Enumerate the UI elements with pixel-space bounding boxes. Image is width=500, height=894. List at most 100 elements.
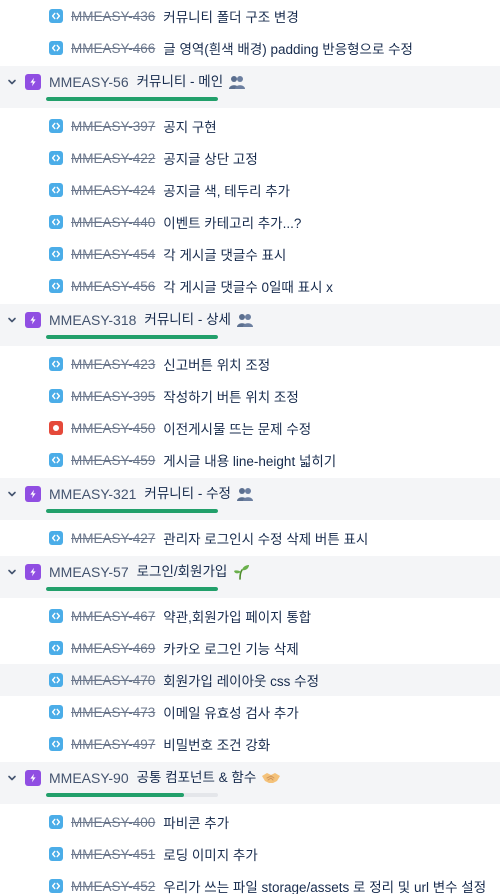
child-issue-row[interactable]: MMEASY-454 각 게시글 댓글수 표시 [0,238,500,270]
handshake-emoji [261,770,281,786]
subtask-icon [49,453,63,467]
issue-key-link[interactable]: MMEASY-466 [71,41,155,56]
chevron-down-icon[interactable] [6,488,18,500]
child-issue-row[interactable]: MMEASY-440 이벤트 카테고리 추가...? [0,206,500,238]
epic-key[interactable]: MMEASY-57 [49,562,129,582]
child-issue-row[interactable]: MMEASY-459 게시글 내용 line-height 넓히기 [0,444,500,476]
epic-icon [25,312,41,328]
subtask-icon [49,41,63,55]
epic-row[interactable]: MMEASY-318 커뮤니티 - 상세 [0,304,500,346]
epic-progress-bar [46,335,218,339]
child-issue-row[interactable]: MMEASY-473 이메일 유효성 검사 추가 [0,696,500,728]
epic-progress-bar [46,587,218,591]
issue-summary: 공지 구현 [163,120,217,135]
child-issue-row[interactable]: MMEASY-395 작성하기 버튼 위치 조정 [0,380,500,412]
issue-key-link[interactable]: MMEASY-469 [71,641,155,656]
issue-key-link[interactable]: MMEASY-497 [71,737,155,752]
subtask-icon [49,737,63,751]
child-issue-row[interactable]: MMEASY-427 관리자 로그인시 수정 삭제 버튼 표시 [0,522,500,554]
child-issue-row[interactable]: MMEASY-423 신고버튼 위치 조정 [0,348,500,380]
subtask-icon [49,215,63,229]
child-issue-row[interactable]: MMEASY-400 파비콘 추가 [0,806,500,838]
issue-summary: 작성하기 버튼 위치 조정 [163,390,299,405]
issue-key-link[interactable]: MMEASY-397 [71,119,155,134]
child-issue-row[interactable]: MMEASY-466 글 영역(흰색 배경) padding 반응형으로 수정 [0,32,500,64]
child-issue-row[interactable]: MMEASY-436 커뮤니티 폴더 구조 변경 [0,0,500,32]
subtask-icon [49,151,63,165]
issue-key-link[interactable]: MMEASY-400 [71,815,155,830]
epic-summary: 공통 컴포넌트 & 함수 [136,770,257,785]
people-emoji [236,486,254,502]
epic-progress-fill [46,793,184,797]
epic-icon [25,564,41,580]
child-issue-row[interactable]: MMEASY-424 공지글 색, 테두리 추가 [0,174,500,206]
epic-key[interactable]: MMEASY-56 [49,72,129,92]
issue-key-link[interactable]: MMEASY-422 [71,151,155,166]
epic-summary: 커뮤니티 - 수정 [144,486,231,501]
subtask-icon [49,609,63,623]
issue-summary: 공지글 색, 테두리 추가 [163,184,291,199]
epic-icon [25,486,41,502]
chevron-down-icon[interactable] [6,772,18,784]
issue-key-link[interactable]: MMEASY-436 [71,9,155,24]
issue-key-link[interactable]: MMEASY-424 [71,183,155,198]
issue-summary: 게시글 내용 line-height 넓히기 [163,454,337,469]
child-issue-row[interactable]: MMEASY-451 로딩 이미지 추가 [0,838,500,870]
issue-summary: 각 게시글 댓글수 표시 [163,248,287,263]
issue-key-link[interactable]: MMEASY-440 [71,215,155,230]
issue-summary: 비밀번호 조건 강화 [163,738,271,753]
subtask-icon [49,879,63,893]
people-emoji [228,74,246,90]
subtask-icon [49,847,63,861]
chevron-down-icon[interactable] [6,314,18,326]
child-issue-row[interactable]: MMEASY-450 이전게시물 뜨는 문제 수정 [0,412,500,444]
epic-row[interactable]: MMEASY-57 로그인/회원가입 [0,556,500,598]
epic-row[interactable]: MMEASY-321 커뮤니티 - 수정 [0,478,500,520]
issue-summary: 이벤트 카테고리 추가...? [163,216,302,231]
issue-key-link[interactable]: MMEASY-454 [71,247,155,262]
child-issue-row[interactable]: MMEASY-456 각 게시글 댓글수 0일때 표시 x [0,270,500,302]
issue-key-link[interactable]: MMEASY-470 [71,673,155,688]
issue-summary: 회원가입 레이아웃 css 수정 [163,674,319,689]
epic-key[interactable]: MMEASY-321 [49,484,136,504]
issue-key-link[interactable]: MMEASY-459 [71,453,155,468]
issue-summary: 신고버튼 위치 조정 [163,358,271,373]
epic-summary: 커뮤니티 - 메인 [136,74,224,89]
epic-row[interactable]: MMEASY-90 공통 컴포넌트 & 함수 [0,762,500,804]
child-issue-row[interactable]: MMEASY-469 카카오 로그인 기능 삭제 [0,632,500,664]
issue-key-link[interactable]: MMEASY-427 [71,531,155,546]
epic-progress-fill [46,509,218,513]
subtask-icon [49,531,63,545]
subtask-icon [49,815,63,829]
child-issue-row[interactable]: MMEASY-452 우리가 쓰는 파일 storage/assets 로 정리 … [0,870,500,894]
issue-key-link[interactable]: MMEASY-450 [71,421,155,436]
chevron-down-icon[interactable] [6,76,18,88]
child-issue-row[interactable]: MMEASY-497 비밀번호 조건 강화 [0,728,500,760]
child-issue-row[interactable]: MMEASY-397 공지 구현 [0,110,500,142]
epic-key[interactable]: MMEASY-90 [49,768,129,788]
subtask-icon [49,389,63,403]
issue-summary: 카카오 로그인 기능 삭제 [163,642,299,657]
chevron-down-icon[interactable] [6,566,18,578]
issue-summary: 로딩 이미지 추가 [163,848,258,863]
epic-icon [25,74,41,90]
epic-summary: 로그인/회원가입 [136,564,228,579]
epic-row[interactable]: MMEASY-56 커뮤니티 - 메인 [0,66,500,108]
epic-icon [25,770,41,786]
child-issue-row[interactable]: MMEASY-467 약관,회원가입 페이지 통합 [0,600,500,632]
subtask-icon [49,247,63,261]
issue-key-link[interactable]: MMEASY-395 [71,389,155,404]
child-issue-row[interactable]: MMEASY-422 공지글 상단 고정 [0,142,500,174]
epic-key[interactable]: MMEASY-318 [49,310,136,330]
issue-key-link[interactable]: MMEASY-451 [71,847,155,862]
epic-progress-bar [46,793,218,797]
issue-key-link[interactable]: MMEASY-456 [71,279,155,294]
issue-key-link[interactable]: MMEASY-473 [71,705,155,720]
issue-summary: 커뮤니티 폴더 구조 변경 [163,10,299,25]
issue-key-link[interactable]: MMEASY-467 [71,609,155,624]
issue-summary: 각 게시글 댓글수 0일때 표시 x [163,280,333,295]
issue-summary: 관리자 로그인시 수정 삭제 버튼 표시 [163,532,369,547]
issue-key-link[interactable]: MMEASY-423 [71,357,155,372]
issue-key-link[interactable]: MMEASY-452 [71,879,155,894]
child-issue-row[interactable]: MMEASY-470 회원가입 레이아웃 css 수정 [0,664,500,696]
